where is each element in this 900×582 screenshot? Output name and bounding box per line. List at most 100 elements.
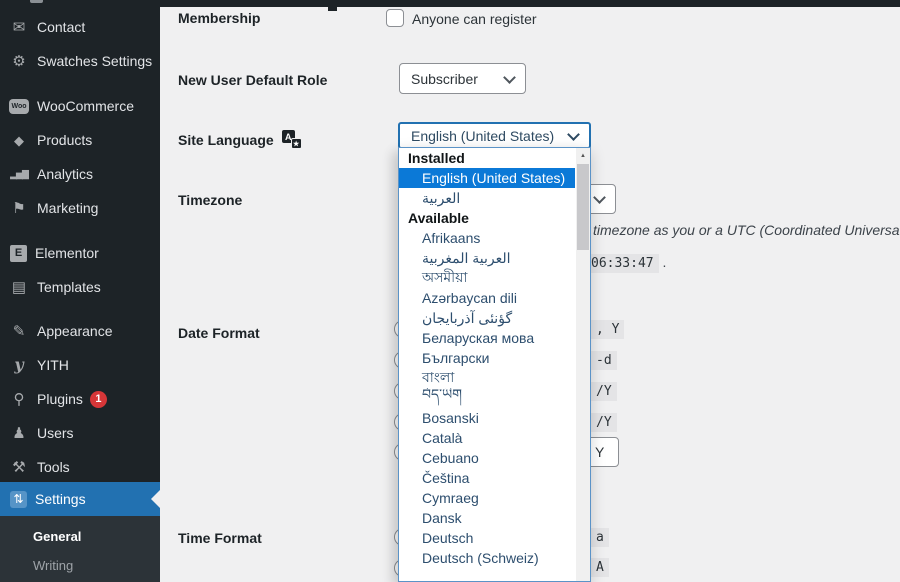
anyone-can-register-label: Anyone can register [412,11,537,27]
time-format-label: Time Format [178,530,262,546]
sidebar-item-label: Products [37,132,92,148]
site-language-label-text: Site Language [178,132,274,148]
language-option[interactable]: བོད་ཡིག [399,388,575,408]
site-language-select[interactable]: English (United States) [398,122,591,149]
date-format-custom-value: Y [595,444,604,460]
language-option[interactable]: Български [399,348,575,368]
sidebar-item-label: Contact [37,19,85,35]
scrollbar-up-arrow-icon[interactable]: ▲ [576,148,590,164]
sidebar-item-label: Swatches Settings [37,53,152,69]
sidebar-item-label: Plugins [37,391,83,407]
language-option[interactable]: العربية [399,188,575,208]
utc-time-code: 06:33:47 [586,254,659,273]
language-option[interactable]: Afrikaans [399,228,575,248]
sidebar-item-label: WooCommerce [37,98,134,114]
sidebar-item-label: Marketing [37,200,98,216]
sidebar-item-label: Analytics [37,166,93,182]
elementor-icon: E [10,245,27,262]
sidebar-item-writing[interactable]: Writing [0,552,160,578]
sidebar-item-products[interactable]: ◆ Products [0,123,160,157]
admin-bar-remnant [328,7,337,11]
sidebar-item-appearance[interactable]: ✎ Appearance [0,314,160,348]
settings-icon: ⇅ [10,491,27,508]
templates-icon: ▤ [9,277,29,297]
sidebar-item-label: Tools [37,459,70,475]
sidebar-item-label: Templates [37,279,101,295]
default-role-label: New User Default Role [178,72,327,88]
sidebar-item-label: Settings [35,491,86,507]
site-language-value: English (United States) [411,128,554,144]
language-option[interactable]: Cymraeg [399,488,575,508]
date-format-label: Date Format [178,325,260,341]
language-group-header-available: Available [399,208,575,228]
utc-time-suffix: . [663,254,667,270]
plugins-icon: ⚲ [9,389,29,409]
date-format-option-code: /Y [591,413,617,432]
sidebar-item-plugins[interactable]: ⚲ Plugins 1 [0,382,160,416]
update-count-badge: 1 [90,391,107,408]
mail-icon: ✉ [9,17,29,37]
sidebar-item-label: YITH [37,357,69,373]
anyone-can-register-checkbox[interactable] [386,9,404,27]
sidebar-menu: General Writing ✉ Contact ⚙ Swatches Settin… [0,0,160,582]
site-language-dropdown-popup: InstalledEnglish (United States)العربيةA… [398,147,591,582]
language-option[interactable]: English (United States) [399,168,575,188]
timezone-label: Timezone [178,192,242,208]
analytics-icon: ▂▅▇ [9,164,29,184]
language-option[interactable]: Dansk [399,508,575,528]
scrollbar-thumb[interactable] [577,164,589,250]
appearance-icon: ✎ [9,321,29,341]
sidebar-item-label: Elementor [35,245,99,261]
language-options-list: InstalledEnglish (United States)العربيةA… [399,148,575,568]
default-role-select[interactable]: Subscriber [399,63,526,94]
utc-time-line: 06:33:47 . [586,254,666,271]
sidebar-item-settings[interactable]: ⇅ Settings [0,482,160,516]
date-format-option-code: , Y [591,320,624,339]
language-option[interactable]: گؤنئی آذربایجان [399,308,575,328]
sidebar-item-elementor[interactable]: E Elementor [0,236,160,270]
yith-icon: y [9,355,29,375]
language-option[interactable]: Azərbaycan dili [399,288,575,308]
sidebar-item-analytics[interactable]: ▂▅▇ Analytics [0,157,160,191]
default-role-value: Subscriber [411,71,478,87]
sidebar-item-label: Appearance [37,323,113,339]
date-format-option-code: /Y [591,382,617,401]
woocommerce-icon: Woo [9,99,29,114]
language-group-header-installed: Installed [399,148,575,168]
sidebar-item-general[interactable]: General [0,523,160,549]
language-option[interactable]: বাংলা [399,368,575,388]
translation-icon: A ★ [282,130,302,149]
language-option[interactable]: অসমীয়া [399,268,575,288]
users-icon: ♟ [9,423,29,443]
sidebar-item-tools[interactable]: ⚒ Tools [0,450,160,484]
language-option[interactable]: العربية المغربية [399,248,575,268]
language-option[interactable]: Deutsch [399,528,575,548]
time-format-option-code: a [591,528,609,547]
sidebar-item-yith[interactable]: y YITH [0,348,160,382]
language-option[interactable]: Беларуская мова [399,328,575,348]
sidebar-item-label: Users [37,425,74,441]
time-format-option-code: A [591,558,609,577]
sidebar-item-swatches-settings[interactable]: ⚙ Swatches Settings [0,44,160,78]
marketing-icon: ⚑ [9,198,29,218]
products-icon: ◆ [9,130,29,150]
sidebar-item-templates[interactable]: ▤ Templates [0,270,160,304]
timezone-description-fragment: timezone as you or a UTC (Coordinated Un… [593,222,900,238]
date-format-option-code: -d [591,351,617,370]
language-option[interactable]: Bosanski [399,408,575,428]
gear-icon: ⚙ [9,51,29,71]
sidebar-item-users[interactable]: ♟ Users [0,416,160,450]
tools-icon: ⚒ [9,457,29,477]
settings-submenu: General Writing [0,516,160,582]
language-option[interactable]: Čeština [399,468,575,488]
sidebar-item-woocommerce[interactable]: Woo WooCommerce [0,89,160,123]
site-language-label: Site Language A ★ [178,130,302,149]
sidebar-item-contact[interactable]: ✉ Contact [0,10,160,44]
language-option[interactable]: Cebuano [399,448,575,468]
language-option[interactable]: Català [399,428,575,448]
popup-scrollbar[interactable]: ▲ [576,148,590,581]
sidebar-item-marketing[interactable]: ⚑ Marketing [0,191,160,225]
membership-label: Membership [178,10,260,26]
language-option[interactable]: Deutsch (Schweiz) [399,548,575,568]
sidebar-cutoff-icon [30,0,43,3]
